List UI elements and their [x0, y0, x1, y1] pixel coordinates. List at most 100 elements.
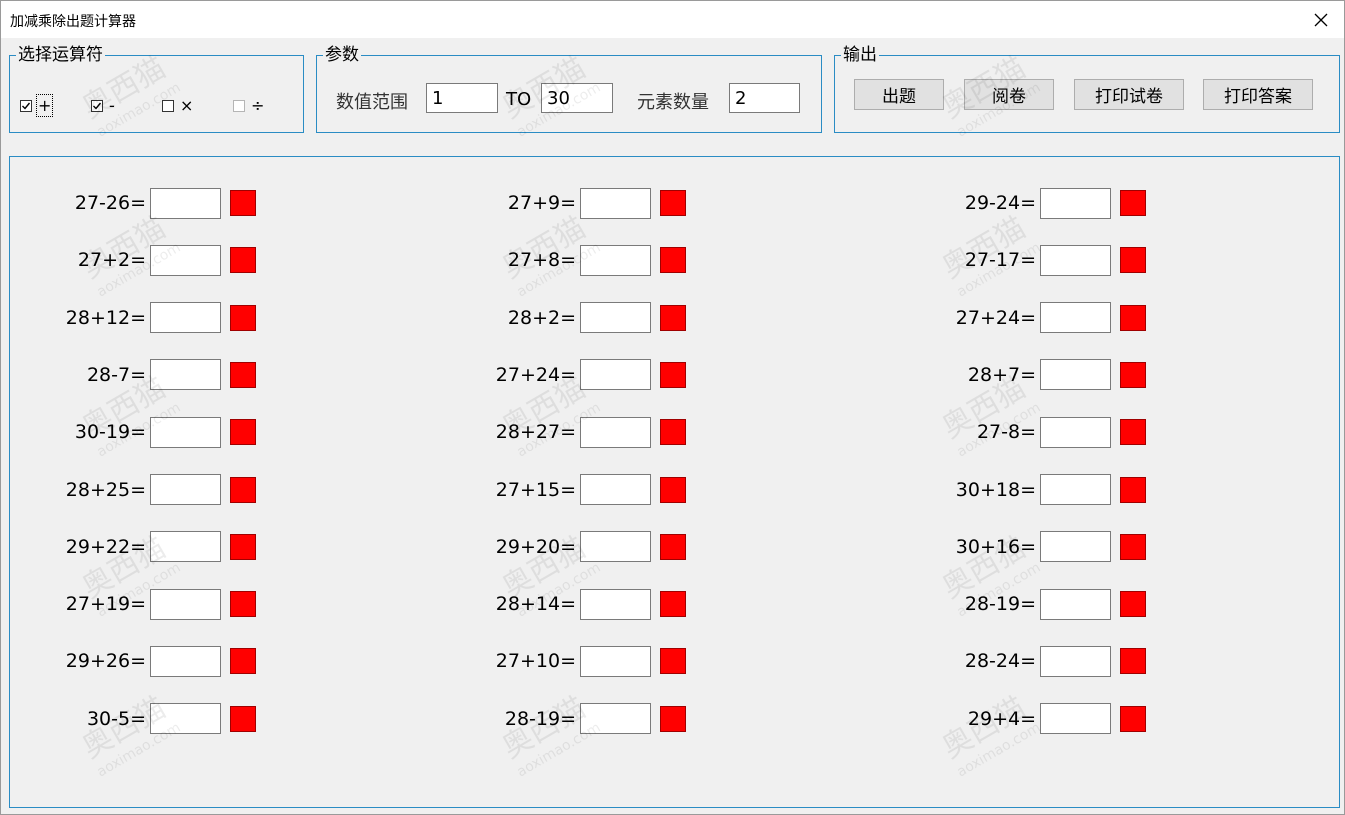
check-icon — [22, 102, 31, 110]
question-text: 30-5= — [86, 707, 146, 730]
answer-input[interactable] — [580, 416, 651, 448]
output-group-legend: 输出 — [841, 45, 879, 65]
question-text: 29+4= — [967, 707, 1036, 730]
question-row: 29-24= — [950, 187, 1146, 219]
answer-status-indicator — [660, 533, 686, 560]
answer-input[interactable] — [150, 302, 221, 334]
answer-input[interactable] — [150, 703, 221, 735]
question-text: 30-19= — [74, 421, 146, 444]
count-input[interactable] — [729, 83, 800, 113]
answer-input[interactable] — [1040, 703, 1111, 735]
question-row: 28+7= — [950, 359, 1146, 391]
question-text: 27+10= — [495, 650, 576, 673]
checkbox-multiply-label: × — [180, 96, 194, 115]
answer-status-indicator — [230, 648, 256, 675]
answer-input[interactable] — [580, 359, 651, 391]
answer-input[interactable] — [1040, 244, 1111, 276]
checkbox-plus[interactable]: + — [20, 94, 54, 117]
answer-input[interactable] — [150, 474, 221, 505]
answer-input[interactable] — [150, 187, 221, 219]
answer-input[interactable] — [1040, 359, 1111, 391]
answer-input[interactable] — [150, 244, 221, 276]
generate-button[interactable]: 出题 — [854, 79, 944, 110]
question-row: 29+22= — [60, 531, 256, 563]
range-to-input[interactable] — [541, 83, 613, 113]
close-button[interactable] — [1298, 1, 1344, 38]
answer-status-indicator — [1120, 361, 1146, 388]
question-row: 28-24= — [950, 645, 1146, 677]
close-icon — [1314, 13, 1328, 26]
answer-input[interactable] — [580, 244, 651, 276]
answer-status-indicator — [660, 190, 686, 216]
question-row: 29+4= — [950, 703, 1146, 735]
question-row: 28+14= — [490, 588, 686, 620]
grade-button[interactable]: 阅卷 — [964, 79, 1054, 110]
answer-input[interactable] — [580, 187, 651, 219]
answer-status-indicator — [230, 533, 256, 560]
operator-group-legend: 选择运算符 — [16, 45, 105, 65]
answer-input[interactable] — [1040, 645, 1111, 677]
question-row: 27+10= — [490, 645, 686, 677]
question-text: 27-26= — [74, 192, 146, 214]
question-row: 27+24= — [950, 302, 1146, 334]
answer-input[interactable] — [1040, 187, 1111, 219]
answer-status-indicator — [1120, 476, 1146, 503]
answer-input[interactable] — [150, 359, 221, 391]
question-text: 28-24= — [964, 650, 1036, 673]
question-text: 28+25= — [65, 478, 146, 501]
count-label: 元素数量 — [637, 92, 709, 113]
question-text: 28+12= — [65, 306, 146, 329]
question-row: 27+9= — [490, 187, 686, 219]
answer-input[interactable] — [1040, 531, 1111, 563]
answer-status-indicator — [660, 591, 686, 618]
question-text: 27+8= — [507, 249, 576, 272]
checkbox-minus[interactable]: - — [91, 96, 115, 115]
checkbox-divide[interactable]: ÷ — [233, 96, 264, 115]
params-group: 参数 数值范围 TO 元素数量 — [316, 45, 822, 133]
question-row: 30-19= — [60, 416, 256, 448]
checkbox-minus-box[interactable] — [91, 99, 103, 112]
range-from-input[interactable] — [426, 83, 498, 113]
answer-status-indicator — [660, 361, 686, 388]
answer-input[interactable] — [580, 531, 651, 563]
answer-input[interactable] — [580, 302, 651, 334]
answer-input[interactable] — [150, 645, 221, 677]
answer-status-indicator — [230, 705, 256, 732]
answer-input[interactable] — [1040, 474, 1111, 505]
answer-input[interactable] — [580, 474, 651, 505]
question-row: 30+16= — [950, 531, 1146, 563]
question-text: 27+24= — [955, 306, 1036, 329]
checkbox-multiply-box[interactable] — [162, 99, 174, 112]
answer-status-indicator — [1120, 648, 1146, 675]
answer-input[interactable] — [580, 588, 651, 620]
answer-input[interactable] — [580, 703, 651, 735]
checkbox-divide-box[interactable] — [233, 99, 245, 112]
question-text: 29+26= — [65, 650, 146, 673]
question-text: 28-7= — [86, 363, 146, 386]
answer-status-indicator — [230, 361, 256, 388]
answer-input[interactable] — [150, 588, 221, 620]
question-text: 30+18= — [955, 478, 1036, 501]
question-row: 28-19= — [490, 703, 686, 735]
question-row: 28-7= — [60, 359, 256, 391]
answer-input[interactable] — [1040, 416, 1111, 448]
question-row: 27-26= — [60, 187, 256, 219]
answer-input[interactable] — [580, 645, 651, 677]
question-text: 27-17= — [964, 249, 1036, 272]
print-answers-button[interactable]: 打印答案 — [1203, 79, 1313, 110]
checkbox-plus-box[interactable] — [20, 99, 32, 112]
answer-status-indicator — [1120, 247, 1146, 274]
question-row: 28+2= — [490, 302, 686, 334]
answer-input[interactable] — [1040, 588, 1111, 620]
answer-input[interactable] — [150, 416, 221, 448]
answer-status-indicator — [1120, 533, 1146, 560]
question-text: 29+22= — [65, 535, 146, 558]
answer-input[interactable] — [150, 531, 221, 563]
question-text: 27+24= — [495, 363, 576, 386]
question-text: 29-24= — [964, 192, 1036, 214]
answer-input[interactable] — [1040, 302, 1111, 334]
print-test-button[interactable]: 打印试卷 — [1074, 79, 1184, 110]
question-row: 27+19= — [60, 588, 256, 620]
checkbox-multiply[interactable]: × — [162, 96, 193, 115]
question-row: 27+24= — [490, 359, 686, 391]
